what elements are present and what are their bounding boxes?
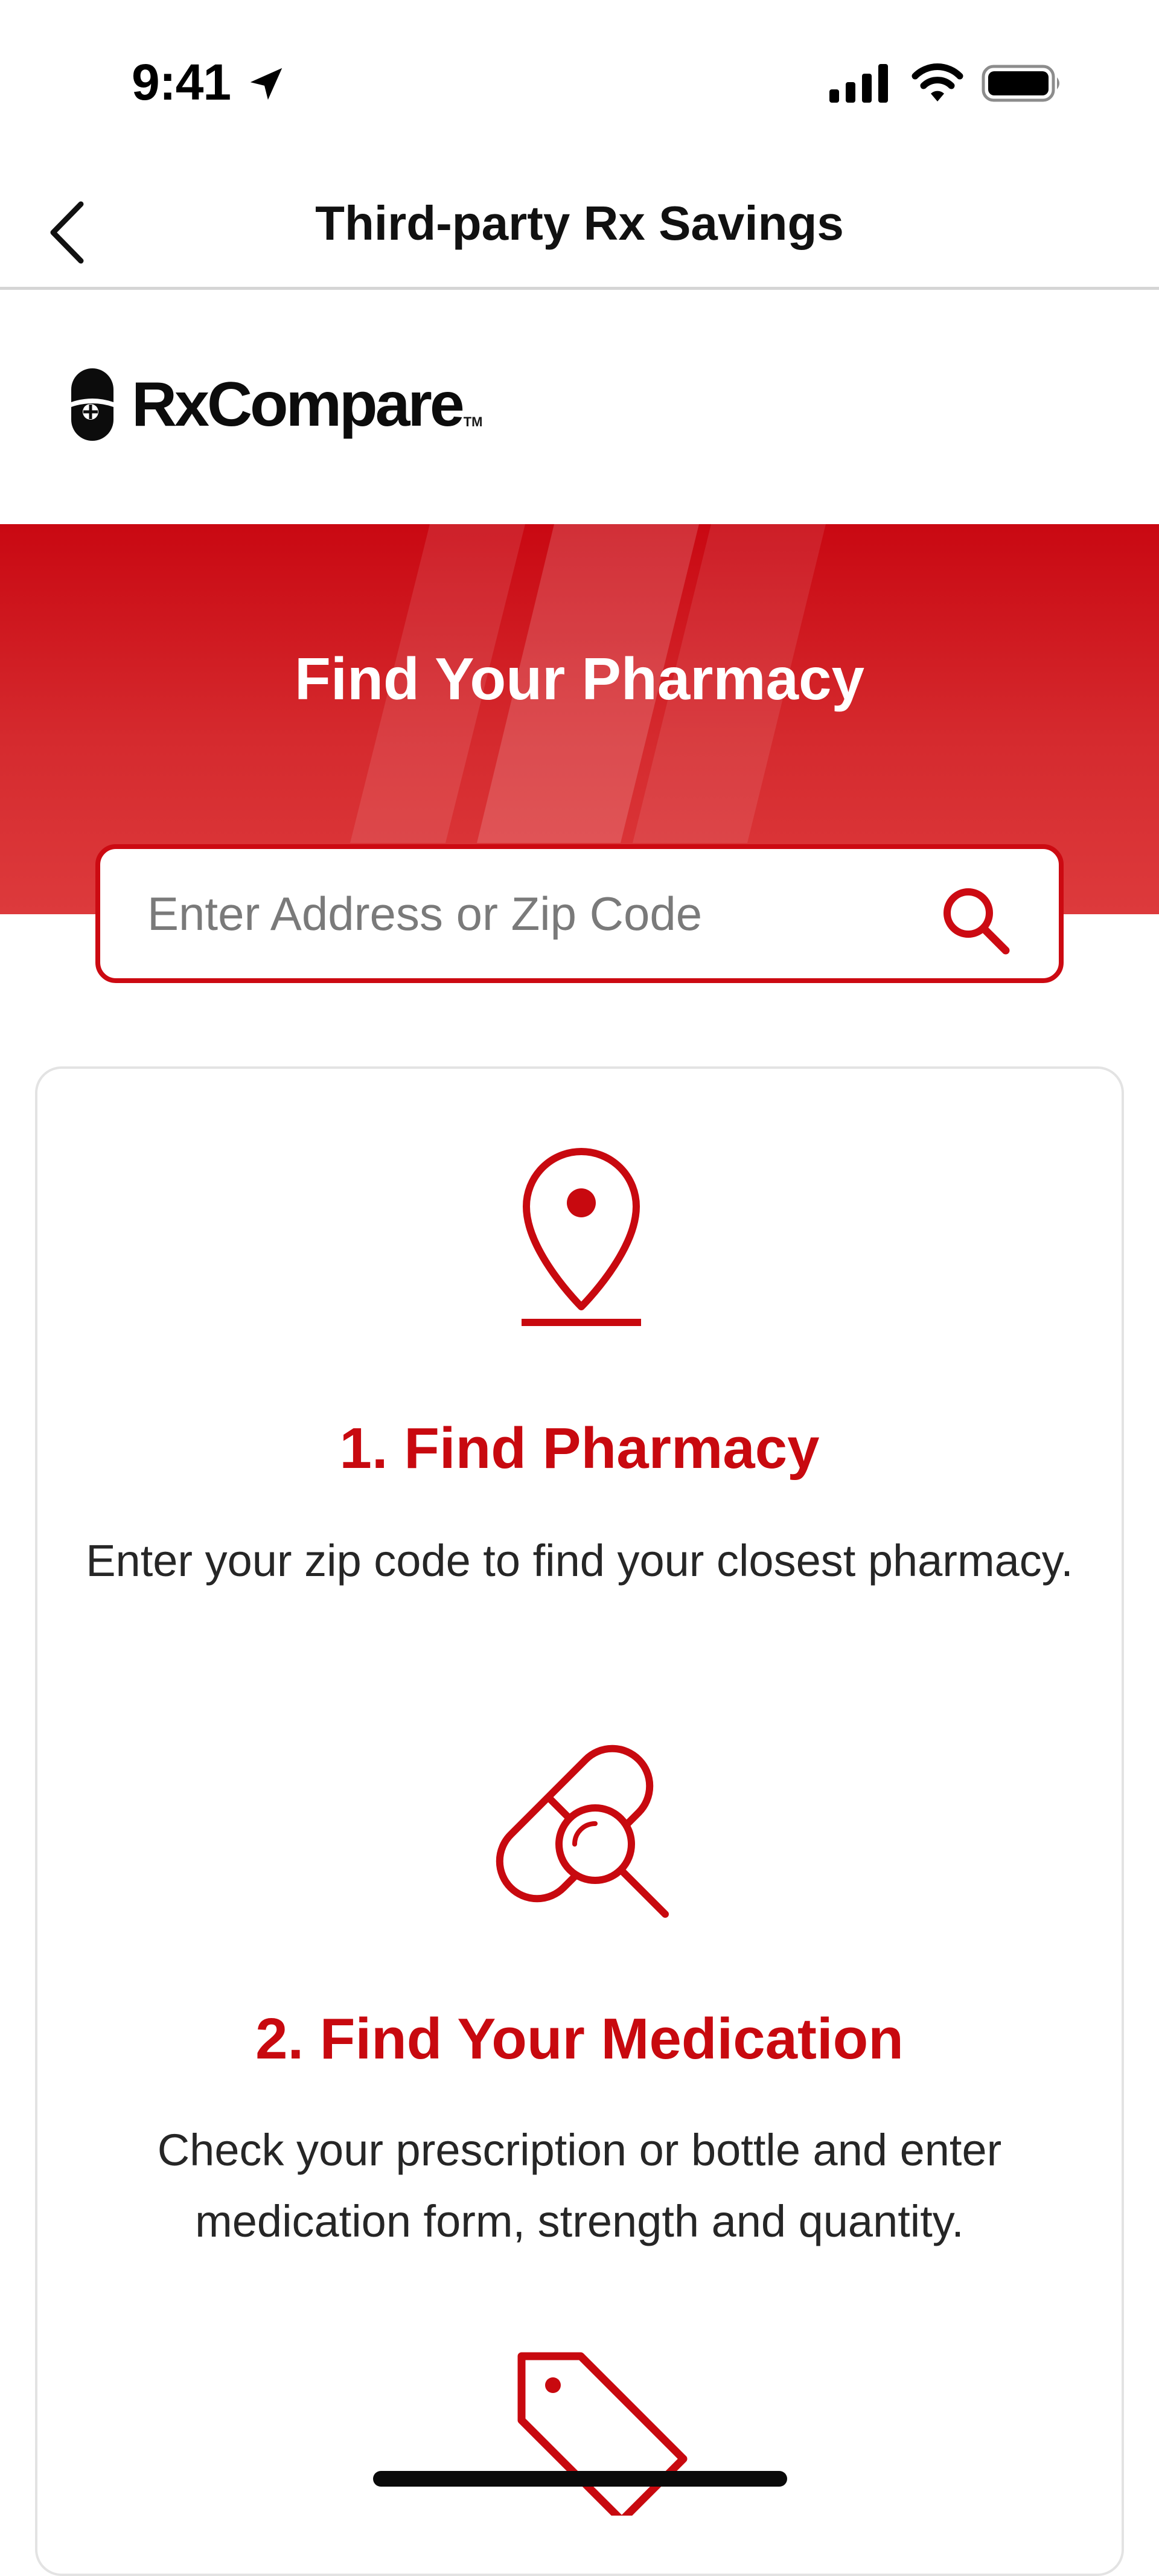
logo-wordmark: RxCompare [132, 369, 465, 440]
logo-trademark: TM [463, 414, 483, 429]
search-icon[interactable] [938, 883, 1013, 958]
battery-icon [982, 65, 1059, 102]
status-time: 9:41 [132, 54, 231, 111]
cellular-signal-icon [829, 64, 888, 103]
capsule-logo-icon [71, 368, 113, 441]
hero-title: Find Your Pharmacy [295, 646, 864, 712]
step-2-title: 2. Find Your Medication [255, 2007, 904, 2071]
page-title: Third-party Rx Savings [315, 196, 844, 250]
pill-search-icon [496, 1745, 669, 1918]
rxcompare-logo: RxCompare TM [66, 362, 483, 447]
step-1-description: Enter your zip code to find your closest… [86, 1536, 1073, 1586]
navigation-bar: Third-party Rx Savings [0, 169, 1159, 290]
status-bar: 9:41 [0, 0, 1159, 169]
address-search-input[interactable] [147, 849, 932, 978]
wifi-icon [912, 63, 963, 101]
location-pin-icon [522, 1148, 641, 1326]
price-tag-icon [517, 2352, 688, 2516]
location-arrow-icon [250, 68, 283, 100]
step-2-description: Check your prescription or bottle and en… [157, 2125, 1002, 2246]
home-indicator[interactable] [373, 2471, 787, 2487]
address-search-box [95, 844, 1064, 983]
how-it-works-card: 1. Find Pharmacy Enter your zip code to … [35, 1066, 1124, 2576]
step-1-title: 1. Find Pharmacy [339, 1416, 820, 1481]
